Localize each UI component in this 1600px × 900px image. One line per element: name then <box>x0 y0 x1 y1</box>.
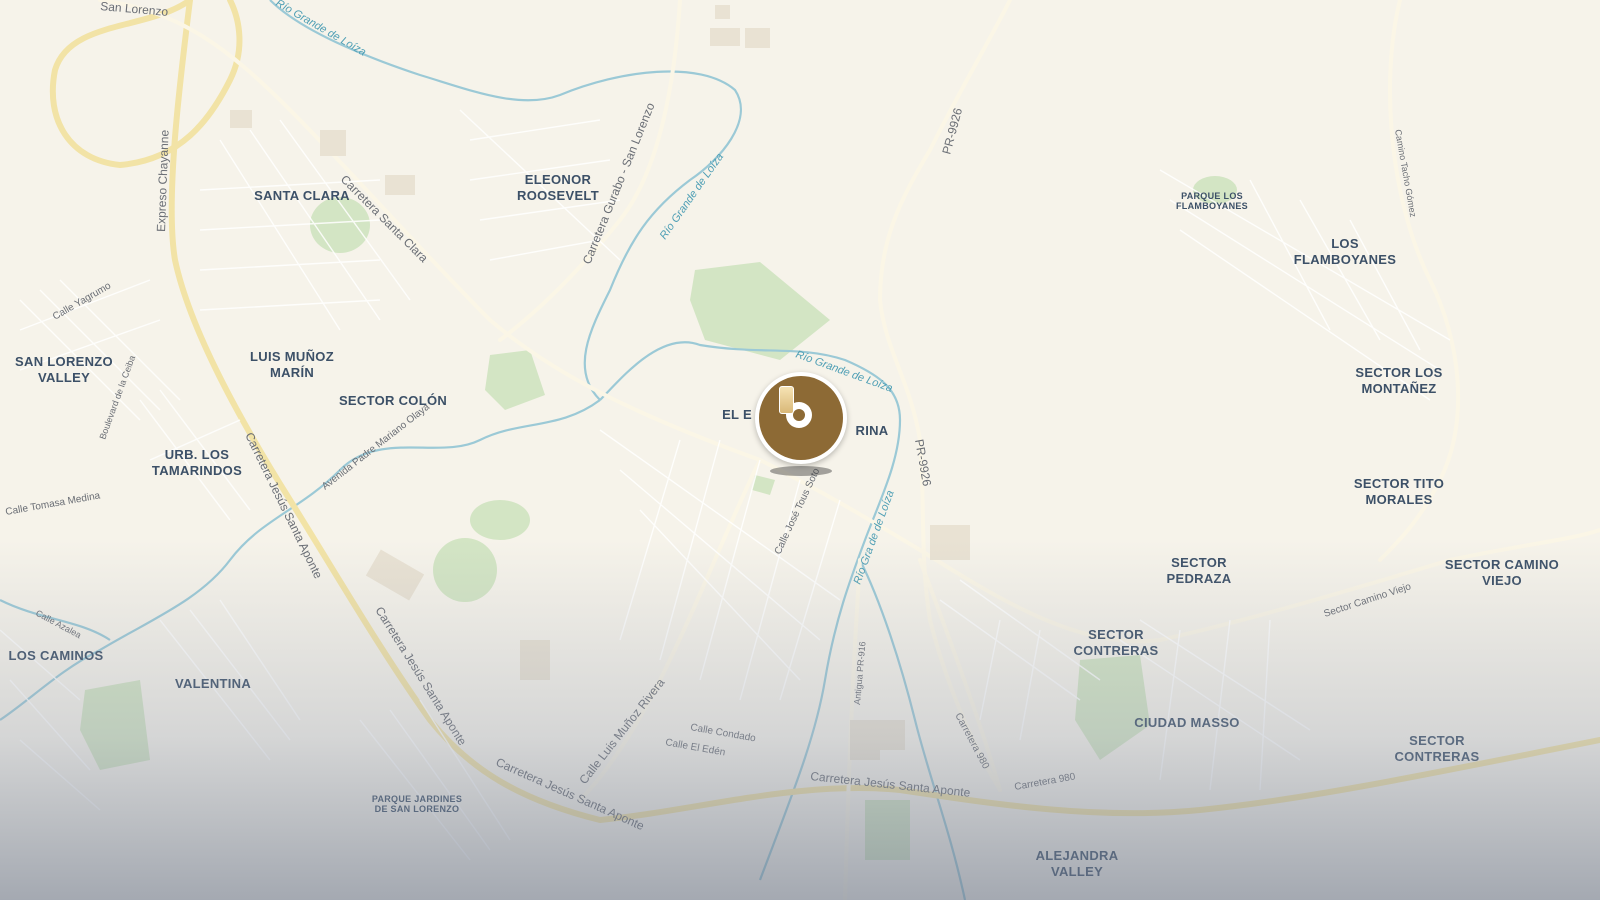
road-label: Calle Condado <box>689 722 756 744</box>
road-label: Carretera Jesús Santa Aponte <box>242 430 325 581</box>
river-label: Río Grande de Loíza <box>274 0 368 59</box>
place-label: VALENTINA <box>174 676 252 691</box>
marker-dot <box>793 409 805 421</box>
place-label: RINA <box>855 423 889 438</box>
location-marker[interactable] <box>755 372 847 464</box>
road-label: San Lorenzo <box>100 0 169 19</box>
road-label: Carretera Jesús Santa Aponte <box>810 769 972 800</box>
marker-shadow <box>770 466 832 476</box>
place-label: SECTOR TITO MORALES <box>1353 476 1445 507</box>
place-label: ALEJANDRA VALLEY <box>1035 848 1119 879</box>
place-label: LOS CAMINOS <box>8 648 104 663</box>
place-label: SECTOR CONTRERAS <box>1073 627 1159 658</box>
road-label: Calle Yagrumo <box>51 280 113 322</box>
road-labels: San Lorenzo Expreso Chayanne Carretera S… <box>5 0 1419 833</box>
road-label: Carretera Jesús Santa Aponte <box>372 604 469 748</box>
place-label: SECTOR COLÓN <box>338 393 448 408</box>
road-label: Sector Camino Viejo <box>1323 581 1413 620</box>
park-label: PARQUE LOS FLAMBOYANES <box>1176 191 1248 211</box>
road-label: PR-9926 <box>939 106 965 156</box>
river-label: Río Gra de de Loíza <box>852 489 897 586</box>
place-label: SECTOR LOS MONTAÑEZ <box>1355 365 1443 396</box>
park-label: PARQUE JARDINES DE SAN LORENZO <box>371 794 463 814</box>
place-label: SAN LORENZO VALLEY <box>15 354 113 385</box>
place-label: LUIS MUÑOZ MARÍN <box>250 349 334 380</box>
road-label: Calle Luis Muñoz Rivera <box>576 675 667 786</box>
road-label: Calle El Edén <box>664 737 726 758</box>
place-label: EL E <box>722 407 752 422</box>
place-label: SECTOR CAMINO VIEJO <box>1444 557 1560 588</box>
road-label: Carretera 980 <box>1014 771 1077 793</box>
road-label: PR-9926 <box>912 438 934 487</box>
winery-glass-icon <box>779 386 794 414</box>
road-label: Calle Tomasa Medina <box>5 490 102 518</box>
place-label: CIUDAD MASSO <box>1134 715 1240 730</box>
place-label: SECTOR CONTRERAS <box>1394 733 1480 764</box>
place-label: URB. LOS TAMARINDOS <box>151 447 243 478</box>
road-label: Carretera Jesús Santa Aponte <box>494 755 647 833</box>
park-areas <box>80 176 1237 860</box>
place-label: SECTOR PEDRAZA <box>1166 555 1232 586</box>
place-label: SANTA CLARA <box>254 188 350 203</box>
place-label: ELEONOR ROOSEVELT <box>517 172 599 203</box>
river-label: Río Grande de Loíza <box>658 151 726 242</box>
place-label: LOS FLAMBOYANES <box>1293 236 1397 267</box>
